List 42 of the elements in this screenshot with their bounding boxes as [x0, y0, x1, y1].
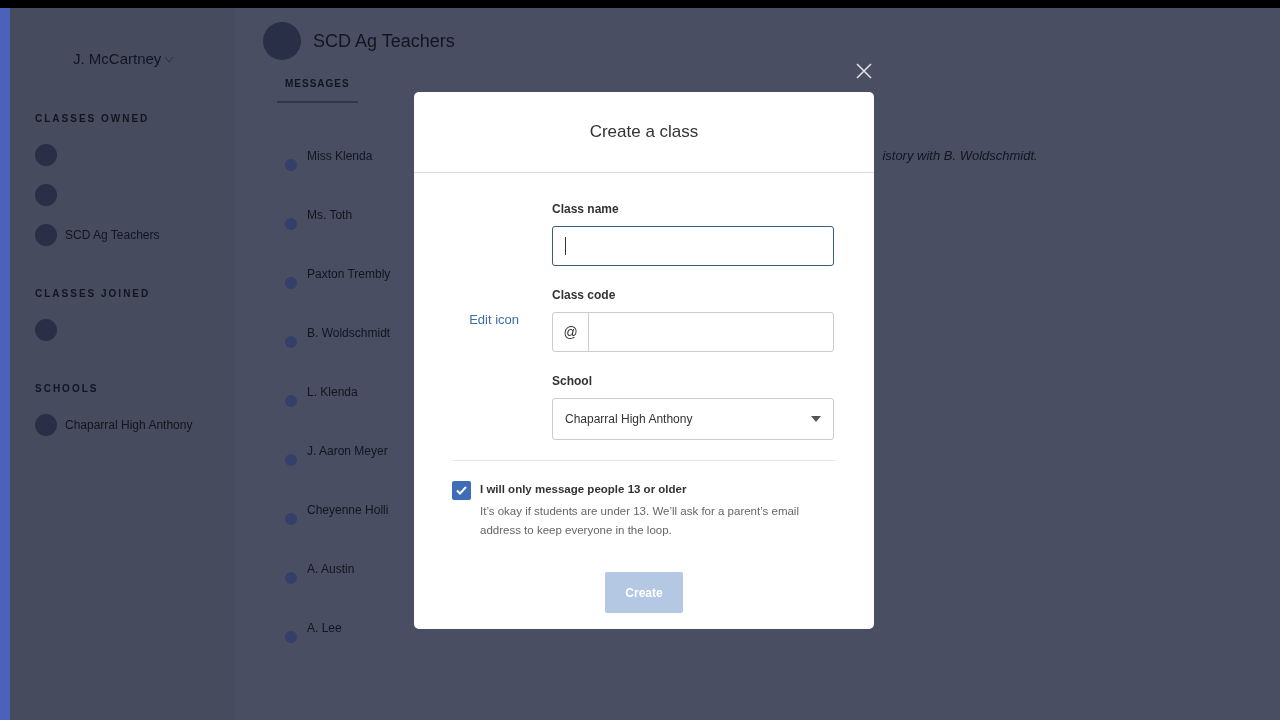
user-name[interactable]: J. McCartney: [73, 48, 162, 71]
sidebar-item[interactable]: SCD Ag Teachers: [65, 225, 160, 244]
edit-icon-link[interactable]: Edit icon: [469, 310, 519, 328]
chevron-icon: [165, 56, 174, 62]
check-icon: [456, 486, 467, 495]
dialog-title: Create a class: [589, 121, 699, 144]
contact-name[interactable]: Miss Klenda: [307, 147, 373, 165]
class-name-field[interactable]: [552, 226, 834, 266]
class-avatar: [35, 318, 57, 341]
contact-name[interactable]: Paxton Trembly: [307, 265, 391, 283]
at-prefix: @: [553, 313, 589, 351]
field-label: Class code: [552, 287, 617, 304]
class-avatar: [35, 223, 57, 246]
contact-name[interactable]: Ms. Toth: [307, 206, 353, 224]
conversation-heading: istory with B. Woldschmidt.: [882, 148, 1038, 163]
group-avatar: [263, 22, 301, 60]
class-avatar: [35, 413, 57, 436]
school-dropdown[interactable]: Chaparral High Anthony: [552, 398, 834, 440]
caret-icon: [811, 416, 821, 422]
sidebar-item[interactable]: Chaparral High Anthony: [65, 415, 193, 434]
contact-name[interactable]: A. Austin: [307, 560, 355, 578]
contact-name[interactable]: L. Klenda: [307, 383, 358, 401]
close-icon: [856, 63, 872, 79]
group-title: SCD Ag Teachers: [313, 29, 455, 53]
consent-checkbox[interactable]: [452, 481, 471, 500]
contact-name[interactable]: J. Aaron Meyer: [307, 442, 388, 460]
class-code-field[interactable]: @: [552, 312, 834, 352]
contact-name[interactable]: A. Lee: [307, 619, 342, 637]
section-heading: CLASSES OWNED: [35, 111, 151, 126]
class-avatar: [35, 183, 57, 206]
contact-name[interactable]: B. Woldschmidt: [307, 324, 391, 342]
contact-name[interactable]: Cheyenne Holli: [307, 501, 389, 519]
consent-note: It’s okay if students are under 13. We’ll ask for a parent’s email address to keep everyone in the loop.: [480, 504, 800, 539]
field-label: School: [552, 373, 593, 390]
messages-tab[interactable]: MESSAGES: [277, 76, 358, 103]
text-cursor: [565, 237, 566, 255]
class-avatar: [35, 143, 57, 166]
section-heading: SCHOOLS: [35, 381, 100, 396]
section-heading: CLASSES JOINED: [35, 286, 152, 301]
close-button[interactable]: [854, 61, 874, 81]
field-label: Class name: [552, 201, 620, 218]
consent-label: I will only message people 13 or older: [480, 482, 688, 497]
